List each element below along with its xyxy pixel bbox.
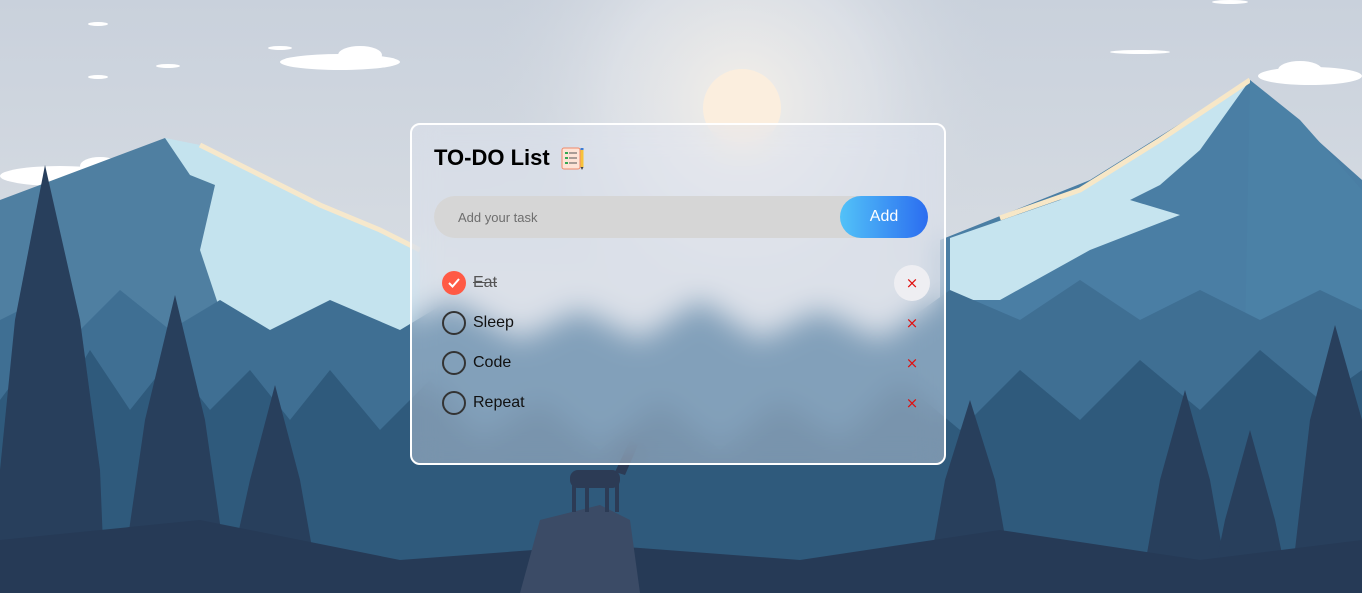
unchecked-circle-icon[interactable]: [442, 391, 466, 415]
list-item[interactable]: Sleep ×: [442, 303, 922, 343]
list-item[interactable]: Repeat ×: [442, 383, 922, 423]
task-label: Code: [473, 354, 512, 371]
todo-card: TO-DO List Add Eat ×: [410, 123, 946, 465]
checklist-notepad-icon: [560, 145, 586, 171]
task-label: Eat: [473, 274, 498, 291]
unchecked-circle-icon[interactable]: [442, 351, 466, 375]
delete-icon[interactable]: ×: [894, 265, 930, 301]
task-input[interactable]: [434, 196, 834, 238]
list-item[interactable]: Code ×: [442, 343, 922, 383]
header: TO-DO List: [434, 145, 586, 171]
add-button[interactable]: Add: [840, 196, 928, 238]
task-label: Sleep: [473, 314, 514, 331]
unchecked-circle-icon[interactable]: [442, 311, 466, 335]
checked-circle-icon[interactable]: [442, 271, 466, 295]
task-list: Eat × Sleep × Code × Repeat ×: [442, 263, 930, 423]
delete-icon[interactable]: ×: [894, 345, 930, 381]
task-label: Repeat: [473, 394, 525, 411]
delete-icon[interactable]: ×: [894, 385, 930, 421]
list-item[interactable]: Eat ×: [442, 263, 930, 303]
page-title: TO-DO List: [434, 145, 550, 170]
delete-icon[interactable]: ×: [894, 305, 930, 341]
task-input-row: Add: [434, 196, 928, 238]
